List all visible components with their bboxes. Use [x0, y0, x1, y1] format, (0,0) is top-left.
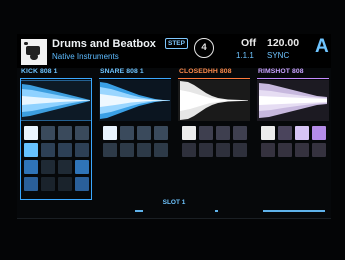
scroll-indicator: [215, 210, 218, 212]
tempo-value[interactable]: 120.00: [267, 37, 299, 49]
sound-name-kick: KICK 808 1: [21, 68, 58, 75]
closedhh-waveform-icon: [178, 80, 250, 121]
step-pad[interactable]: [216, 143, 230, 157]
step-pad[interactable]: [137, 126, 151, 140]
step-pad[interactable]: [182, 143, 196, 157]
song-position: 1.1.1: [236, 51, 254, 60]
step-mode-badge[interactable]: STEP: [165, 38, 188, 49]
kit-name: Drums and Beatbox: [52, 38, 156, 50]
snare-waveform-icon: [99, 80, 171, 121]
step-pad[interactable]: [103, 126, 117, 140]
sync-indicator[interactable]: SYNC: [267, 51, 289, 60]
step-pad[interactable]: [312, 143, 326, 157]
step-pad[interactable]: [278, 143, 292, 157]
sound-accent-bar: [178, 78, 250, 79]
group-letter[interactable]: A: [315, 36, 329, 58]
step-pad[interactable]: [295, 126, 309, 140]
step-pad[interactable]: [199, 126, 213, 140]
step-pad[interactable]: [233, 126, 247, 140]
step-pad[interactable]: [120, 143, 134, 157]
step-pad[interactable]: [312, 126, 326, 140]
group-number-badge[interactable]: 4: [194, 38, 214, 58]
step-pad[interactable]: [261, 143, 275, 157]
step-pad[interactable]: [103, 143, 117, 157]
step-pad[interactable]: [278, 126, 292, 140]
vendor-name: Native Instruments: [52, 52, 119, 61]
sound-name-closedhh: CLOSEDHH 808: [179, 68, 232, 75]
scroll-indicator: [135, 210, 143, 212]
step-pad[interactable]: [182, 126, 196, 140]
sound-accent-bar: [99, 78, 171, 79]
scroll-indicator: [263, 210, 325, 212]
selected-sound-frame: [20, 78, 92, 200]
sound-name-rimshot: RIMSHOT 808: [258, 68, 304, 75]
kit-cover-art: [21, 39, 47, 65]
rimshot-waveform-icon: [257, 80, 329, 121]
step-pad[interactable]: [199, 143, 213, 157]
step-pad[interactable]: [154, 126, 168, 140]
screen-bottom-edge: [17, 218, 331, 219]
step-pad[interactable]: [216, 126, 230, 140]
step-pad[interactable]: [137, 143, 151, 157]
sound-name-snare: SNARE 808 1: [100, 68, 144, 75]
sound-accent-bar: [257, 78, 329, 79]
step-pad[interactable]: [295, 143, 309, 157]
step-pad[interactable]: [154, 143, 168, 157]
step-pad[interactable]: [233, 143, 247, 157]
transport-state: Off: [241, 37, 257, 49]
device-screen: Drums and Beatbox STEP Native Instrument…: [17, 34, 331, 218]
header: Drums and Beatbox STEP Native Instrument…: [17, 34, 331, 68]
step-pad[interactable]: [261, 126, 275, 140]
step-pad[interactable]: [120, 126, 134, 140]
slot-label[interactable]: SLOT 1: [17, 199, 331, 206]
